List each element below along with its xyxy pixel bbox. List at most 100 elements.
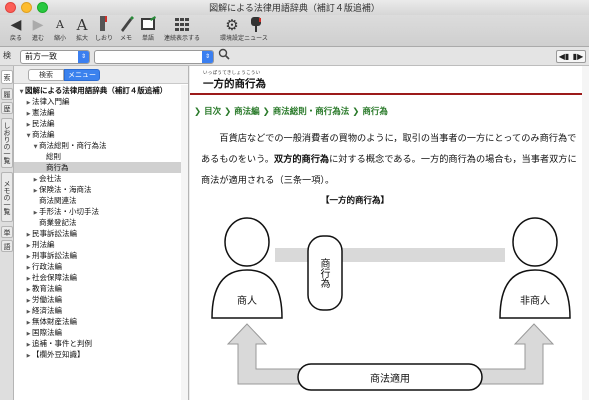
tree-item[interactable]: 商業登記法 <box>14 217 188 228</box>
search-input[interactable]: ⇕ <box>94 50 214 64</box>
tree-item-label: 商法編 <box>32 130 55 139</box>
tree-item[interactable]: ▶ 労働法編 <box>14 294 188 305</box>
tree-item-label: 民法編 <box>32 119 55 128</box>
tab-search[interactable]: 検索 <box>28 69 64 81</box>
tree-item[interactable]: ▶ 保険法・海商法 <box>14 184 188 195</box>
tree-item[interactable]: ▶ 社会保障法編 <box>14 272 188 283</box>
side-tab-search[interactable]: 検 <box>1 49 13 63</box>
tree-item-label: 法律入門編 <box>32 97 70 106</box>
search-button[interactable] <box>218 48 232 64</box>
tree-item[interactable]: ▶ 行政法編 <box>14 261 188 272</box>
tree-item[interactable]: ▶ 憲法編 <box>14 107 188 118</box>
breadcrumb-arrow-icon: ❯ <box>262 107 273 117</box>
breadcrumb-item-contents[interactable]: 目次 <box>204 107 221 117</box>
breadcrumb-item-general-provisions[interactable]: 商法総則・商行為法 <box>273 107 350 117</box>
settings-button[interactable]: ⚙ 環境設定 <box>220 15 244 47</box>
side-tab-history-2[interactable]: 歴 <box>1 102 13 114</box>
breadcrumb-arrow-icon: ❯ <box>352 107 363 117</box>
entry-body: 百貨店などでの一般消費者の買物のように，取引の当事者の一方にとってのみ商行為であ… <box>201 128 583 191</box>
tree-item-label: 教育法編 <box>32 284 62 293</box>
search-bar: 検 前方一致 ⇕ ⇕ ◀▮ ▮▶ <box>0 47 589 66</box>
tree-scrollbar[interactable] <box>181 85 188 400</box>
tree-item-label: 会社法 <box>39 174 62 183</box>
memo-pencil-icon <box>114 15 138 35</box>
toolbar: ◀ 戻る ▶ 進む A 縮小 A 拡大 しおり メモ 単語 連続表示する ⚙ 環… <box>0 15 589 47</box>
tree-item[interactable]: ▶ 会社法 <box>14 173 188 184</box>
match-mode-select[interactable]: 前方一致 ⇕ <box>20 50 90 64</box>
tree-item-label: 憲法編 <box>32 108 55 117</box>
prev-page-button[interactable]: ◀▮ <box>557 51 571 62</box>
tree-item[interactable]: ▶ 刑事訴訟法編 <box>14 250 188 261</box>
match-mode-value: 前方一致 <box>25 52 57 61</box>
center-label: 商行為 <box>318 258 329 288</box>
tree-item[interactable]: ▶ 刑法編 <box>14 239 188 250</box>
tree-item-label: 追補・事件と判例 <box>32 339 92 348</box>
tree-item[interactable]: ▶ 無体財産法編 <box>14 316 188 327</box>
breadcrumb-item-commercial-act[interactable]: 商行為 <box>362 107 388 117</box>
memo-label: メモ <box>119 35 132 42</box>
bookmark-icon <box>92 15 116 35</box>
tree-item[interactable]: 総則 <box>14 151 188 162</box>
side-tab-history-1[interactable]: 履 <box>1 88 13 100</box>
side-tab-memos[interactable]: メモの一覧 <box>1 172 13 222</box>
tree-item[interactable]: ▶ 法律入門編 <box>14 96 188 107</box>
tree-item[interactable]: ▼ 商法総則・商行為法 <box>14 140 188 151</box>
tree-item-label: 経済法編 <box>32 306 62 315</box>
memo-button[interactable]: メモ <box>114 15 138 47</box>
tree-item-label: 商行為 <box>46 163 69 172</box>
tab-menu[interactable]: メニュー <box>64 69 100 81</box>
shrink-text-button[interactable]: A 縮小 <box>48 15 72 47</box>
forward-button[interactable]: ▶ 進む <box>26 15 50 47</box>
continuous-display-button[interactable]: 連続表示する <box>162 15 202 47</box>
tree-item-label: 行政法編 <box>32 262 62 271</box>
magnifier-icon <box>218 48 230 60</box>
tree-item[interactable]: ▶ 民法編 <box>14 118 188 129</box>
next-page-button[interactable]: ▮▶ <box>571 51 585 62</box>
tree-item[interactable]: 商行為 <box>14 162 188 173</box>
tree-item[interactable]: ▼ 図解による法律用語辞典（補訂４版追補） <box>14 85 188 96</box>
tree-item-label: 図解による法律用語辞典（補訂４版追補） <box>25 86 168 95</box>
chevron-updown-icon: ⇕ <box>78 51 89 63</box>
side-tab-bookmarks[interactable]: しおりの一覧 <box>1 118 13 168</box>
content-scrollbar[interactable] <box>582 66 589 400</box>
back-button[interactable]: ◀ 戻る <box>4 15 28 47</box>
tree-pane-header: 検索 メニュー <box>14 66 188 84</box>
back-arrow-icon: ◀ <box>10 17 22 33</box>
tree-item[interactable]: ▶ 民事訴訟法編 <box>14 228 188 239</box>
tree-item[interactable]: ▶ 国際法編 <box>14 327 188 338</box>
tree-item[interactable]: 商法関連法 <box>14 195 188 206</box>
tree-item[interactable]: ▶ 手形法・小切手法 <box>14 206 188 217</box>
breadcrumb-arrow-icon: ❯ <box>224 107 235 117</box>
tree-item-label: 国際法編 <box>32 328 62 337</box>
large-a-icon: A <box>76 16 88 34</box>
tree-item[interactable]: ▶ 経済法編 <box>14 305 188 316</box>
forward-arrow-icon: ▶ <box>32 17 44 33</box>
disclosure-closed-icon[interactable]: ▶ <box>25 351 32 362</box>
entry-body-bold-term[interactable]: 双方的商行為 <box>274 154 329 165</box>
side-tab-word-2[interactable]: 語 <box>1 240 13 252</box>
bookmark-label: しおり <box>94 35 113 42</box>
tree-item-label: 刑法編 <box>32 240 55 249</box>
small-a-icon: A <box>56 18 64 31</box>
bookmark-button[interactable]: しおり <box>92 15 116 47</box>
side-tab-index[interactable]: 索 <box>1 70 13 84</box>
wordbook-button[interactable]: 単語 <box>136 15 160 47</box>
side-tab-word-1[interactable]: 単 <box>1 226 13 238</box>
right-person-label: 非商人 <box>520 296 550 307</box>
tree-item[interactable]: ▶ 【欄外豆知識】 <box>14 349 188 362</box>
tree-item[interactable]: ▶ 教育法編 <box>14 283 188 294</box>
shrink-label: 縮小 <box>53 35 66 42</box>
tree-item-label: 保険法・海商法 <box>39 185 92 194</box>
news-button[interactable]: ニュース <box>244 15 268 47</box>
breadcrumb-item-commercial-law[interactable]: 商法編 <box>234 107 260 117</box>
enlarge-text-button[interactable]: A 拡大 <box>70 15 94 47</box>
tree-item[interactable]: ▼ 商法編 <box>14 129 188 140</box>
left-person-label: 商人 <box>237 296 257 307</box>
wordbook-label: 単語 <box>141 35 154 42</box>
forward-label: 進む <box>31 35 44 42</box>
tree-item[interactable]: ▶ 追補・事件と判例 <box>14 338 188 349</box>
tree-item-label: 刑事訴訟法編 <box>32 251 77 260</box>
settings-label: 環境設定 <box>220 35 245 42</box>
tree-item-label: 【欄外豆知識】 <box>32 350 85 359</box>
bottom-label: 商法適用 <box>370 374 410 385</box>
